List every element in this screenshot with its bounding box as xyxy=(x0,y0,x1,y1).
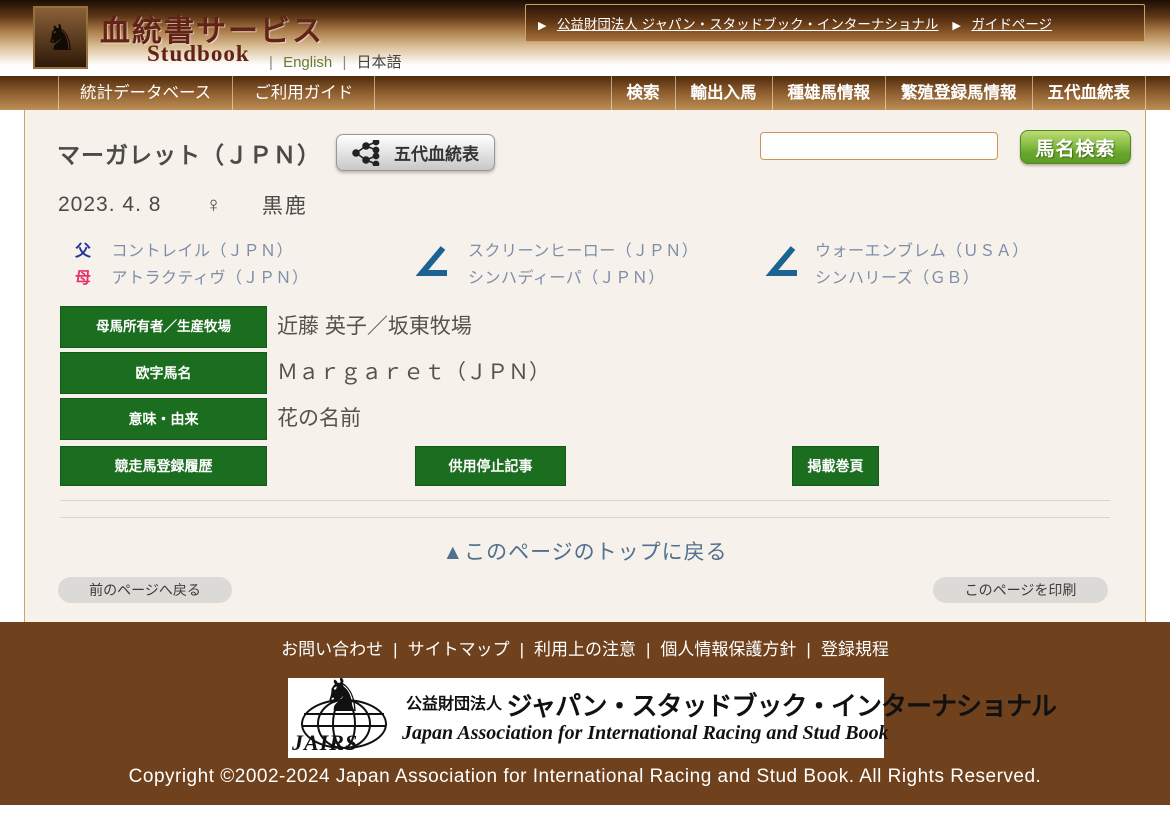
five-gen-pedigree-button-label: 五代血統表 xyxy=(394,140,479,165)
dam-label: 母 xyxy=(75,270,91,287)
copyright-notice: Copyright ©2002-2024 Japan Association f… xyxy=(0,766,1170,788)
grandsire-link[interactable]: スクリーンヒーロー（ＪＰＮ） xyxy=(468,243,698,260)
pedigree-generation-1: 父 コントレイル（ＪＰＮ） 母 アトラクティヴ（ＪＰＮ） xyxy=(75,238,309,292)
nav-left-group: 統計データベース ご利用ガイド xyxy=(58,76,375,110)
separator: | xyxy=(646,640,650,659)
horse-silhouette-icon: ♞ xyxy=(322,672,363,718)
birth-info-row: 2023. 4. 8 ♀ 黒鹿 xyxy=(58,190,308,220)
jairs-logo: ♞ JAIRS xyxy=(292,680,404,756)
sire-link[interactable]: コントレイル（ＪＰＮ） xyxy=(111,243,293,260)
nav-item-statistics-database[interactable]: 統計データベース xyxy=(58,76,232,110)
banner-org-type: 公益財団法人 xyxy=(406,696,502,713)
site-header: ♞ 血統書サービス Studbook | English | 日本語 ▶ 公益財… xyxy=(0,0,1170,76)
banner-org-title: ジャパン・スタッドブック・インターナショナル xyxy=(506,691,1055,721)
footer-link-terms[interactable]: 利用上の注意 xyxy=(534,640,636,659)
separator: | xyxy=(806,640,810,659)
header-org-banner: ▶ 公益財団法人 ジャパン・スタッドブック・インターナショナル ▶ ガイドページ xyxy=(525,4,1145,42)
separator: | xyxy=(342,54,346,71)
pedigree-angle-icon xyxy=(413,246,451,278)
site-footer: お問い合わせ | サイトマップ | 利用上の注意 | 個人情報保護方針 | 登録規程 ♞ JAI… xyxy=(0,622,1170,805)
footer-link-registration-rules[interactable]: 登録規程 xyxy=(821,640,889,659)
arrow-icon: ▶ xyxy=(538,20,546,32)
studbook-page: ♞ 血統書サービス Studbook | English | 日本語 ▶ 公益財… xyxy=(0,0,1170,814)
arrow-icon: ▶ xyxy=(952,20,960,32)
separator: | xyxy=(520,640,524,659)
print-page-button[interactable]: このページを印刷 xyxy=(933,577,1108,603)
footer-link-contact[interactable]: お問い合わせ xyxy=(281,640,383,659)
horse-logo-icon: ♞ xyxy=(44,20,76,56)
coat-color: 黒鹿 xyxy=(262,190,308,220)
footer-links: お問い合わせ | サイトマップ | 利用上の注意 | 個人情報保護方針 | 登録規程 xyxy=(0,635,1170,660)
nav-item-user-guide[interactable]: ご利用ガイド xyxy=(232,76,375,110)
language-switcher: | English | 日本語 xyxy=(263,51,402,72)
lang-link-english[interactable]: English xyxy=(283,54,332,71)
nav-item-search[interactable]: 検索 xyxy=(611,76,675,110)
footer-link-sitemap[interactable]: サイトマップ xyxy=(408,640,510,659)
nav-item-import-export-horses[interactable]: 輸出入馬 xyxy=(675,76,772,110)
previous-page-button[interactable]: 前のページへ戻る xyxy=(58,577,232,603)
separator: | xyxy=(269,54,273,71)
nav-item-broodmare-registration-info[interactable]: 繁殖登録馬情報 xyxy=(885,76,1032,110)
nav-item-five-gen-pedigree[interactable]: 五代血統表 xyxy=(1032,76,1147,110)
great-granddam-link[interactable]: シンハリーズ（ＧＢ） xyxy=(815,270,979,287)
lang-link-japanese[interactable]: 日本語 xyxy=(357,54,402,71)
jairs-banner[interactable]: ♞ JAIRS 公益財団法人 ジャパン・スタッドブック・インターナショナル Ja… xyxy=(288,678,884,758)
footer-link-privacy-policy[interactable]: 個人情報保護方針 xyxy=(660,640,796,659)
site-logo[interactable]: ♞ xyxy=(33,6,88,69)
banner-org-name: 公益財団法人 ジャパン・スタッドブック・インターナショナル xyxy=(406,686,1056,723)
main-nav: 統計データベース ご利用ガイド 検索 輸出入馬 種雄馬情報 繁殖登録馬情報 五代… xyxy=(0,76,1170,110)
sire-label: 父 xyxy=(75,243,91,260)
english-name-value: Ｍａｒｇａｒｅｔ（ＪＰＮ） xyxy=(277,352,550,394)
divider xyxy=(60,517,1110,518)
nav-right-group: 検索 輸出入馬 種雄馬情報 繁殖登録馬情報 五代血統表 xyxy=(611,76,1147,110)
name-meaning-value: 花の名前 xyxy=(277,398,361,440)
racehorse-registration-history-button[interactable]: 競走馬登録履歴 xyxy=(60,446,267,486)
name-meaning-label: 意味・由来 xyxy=(60,398,267,440)
page-title-horse-name: マーガレット（ＪＰＮ） xyxy=(57,136,321,170)
birth-date: 2023. 4. 8 xyxy=(58,193,161,217)
published-volume-page-button[interactable]: 掲載巻頁 xyxy=(792,446,879,486)
pedigree-tree-icon xyxy=(352,140,384,166)
site-subtitle: Studbook xyxy=(147,41,250,67)
five-gen-pedigree-button[interactable]: 五代血統表 xyxy=(336,134,495,171)
divider xyxy=(60,500,1110,501)
separator: | xyxy=(393,640,397,659)
english-name-label: 欧字馬名 xyxy=(60,352,267,394)
guide-page-link[interactable]: ガイドページ xyxy=(971,17,1052,32)
owner-breeder-label: 母馬所有者／生産牧場 xyxy=(60,306,267,348)
jairs-wordmark: JAIRS xyxy=(292,730,358,756)
granddam-link[interactable]: シンハディーパ（ＪＰＮ） xyxy=(468,270,665,287)
content-area: マーガレット（ＪＰＮ） 五代血統表 馬名検索 2023. 4. 8 ♀ 黒鹿 xyxy=(24,110,1146,622)
pedigree-generation-3: ウォーエンブレム（ＵＳＡ） シンハリーズ（ＧＢ） xyxy=(815,238,1029,292)
org-link[interactable]: 公益財団法人 ジャパン・スタッドブック・インターナショナル xyxy=(557,17,938,32)
great-grandsire-link[interactable]: ウォーエンブレム（ＵＳＡ） xyxy=(815,243,1029,260)
service-suspension-article-button[interactable]: 供用停止記事 xyxy=(415,446,566,486)
back-to-top-link[interactable]: ▲このページのトップに戻る xyxy=(25,536,1145,566)
owner-breeder-value: 近藤 英子／坂東牧場 xyxy=(277,306,472,348)
banner-org-name-english: Japan Association for International Raci… xyxy=(402,722,889,745)
horse-name-search-input[interactable] xyxy=(760,132,998,160)
horse-name-search-button[interactable]: 馬名検索 xyxy=(1020,130,1131,164)
pedigree-angle-icon xyxy=(763,246,801,278)
nav-item-stallion-info[interactable]: 種雄馬情報 xyxy=(772,76,886,110)
female-symbol: ♀ xyxy=(205,192,222,218)
dam-link[interactable]: アトラクティヴ（ＪＰＮ） xyxy=(111,270,308,287)
pedigree-generation-2: スクリーンヒーロー（ＪＰＮ） シンハディーパ（ＪＰＮ） xyxy=(468,238,698,292)
